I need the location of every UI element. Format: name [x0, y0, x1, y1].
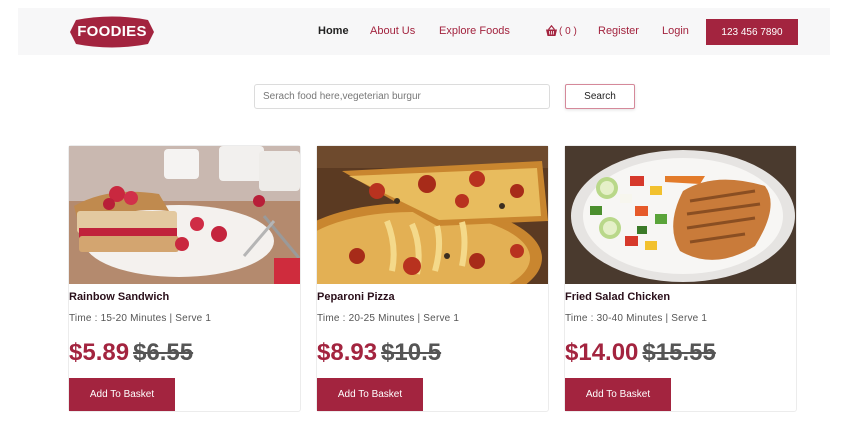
search-button[interactable]: Search — [565, 84, 635, 109]
product-title: Peparoni Pizza — [317, 291, 395, 303]
product-old-price: $15.55 — [642, 339, 716, 366]
product-title: Fried Salad Chicken — [565, 291, 671, 303]
product-price: $5.89 — [69, 339, 130, 366]
product-meta: Time : 30-40 Minutes | Serve 1 — [565, 313, 708, 324]
product-old-price: $10.5 — [381, 339, 442, 366]
nav-link-home[interactable]: Home — [318, 25, 349, 37]
product-title: Rainbow Sandwich — [69, 291, 170, 303]
product-image-chicken[interactable] — [565, 146, 796, 284]
product-price-row: $14.00 $15.55 — [565, 339, 716, 367]
product-card: Rainbow Sandwich Time : 15-20 Minutes | … — [68, 145, 301, 412]
product-card: Fried Salad Chicken Time : 30-40 Minutes… — [564, 145, 797, 412]
basket-icon — [546, 25, 557, 36]
search-input[interactable] — [254, 84, 550, 109]
add-to-basket-button[interactable]: Add To Basket — [317, 378, 423, 411]
product-meta: Time : 15-20 Minutes | Serve 1 — [69, 313, 212, 324]
product-price-row: $5.89 $6.55 — [69, 339, 193, 367]
product-image-pizza[interactable] — [317, 146, 548, 284]
nav-link-explore-foods[interactable]: Explore Foods — [439, 25, 510, 37]
brand-logo[interactable]: FOODIES — [70, 16, 154, 48]
product-price-row: $8.93 $10.5 — [317, 339, 441, 367]
cart-count: ( 0 ) — [559, 25, 577, 37]
product-price: $14.00 — [565, 339, 639, 366]
login-link[interactable]: Login — [662, 25, 689, 37]
register-link[interactable]: Register — [598, 25, 639, 37]
product-image-sandwich[interactable] — [69, 146, 300, 284]
product-card: Peparoni Pizza Time : 20-25 Minutes | Se… — [316, 145, 549, 412]
product-price: $8.93 — [317, 339, 378, 366]
add-to-basket-button[interactable]: Add To Basket — [69, 378, 175, 411]
cart-button[interactable]: ( 0 ) — [545, 24, 577, 38]
logo-text: FOODIES — [77, 23, 147, 40]
product-meta: Time : 20-25 Minutes | Serve 1 — [317, 313, 460, 324]
product-old-price: $6.55 — [133, 339, 194, 366]
navbar: FOODIES Home About Us Explore Foods ( 0 … — [18, 8, 830, 55]
nav-link-about[interactable]: About Us — [370, 25, 415, 37]
phone-button[interactable]: 123 456 7890 — [706, 19, 798, 45]
add-to-basket-button[interactable]: Add To Basket — [565, 378, 671, 411]
